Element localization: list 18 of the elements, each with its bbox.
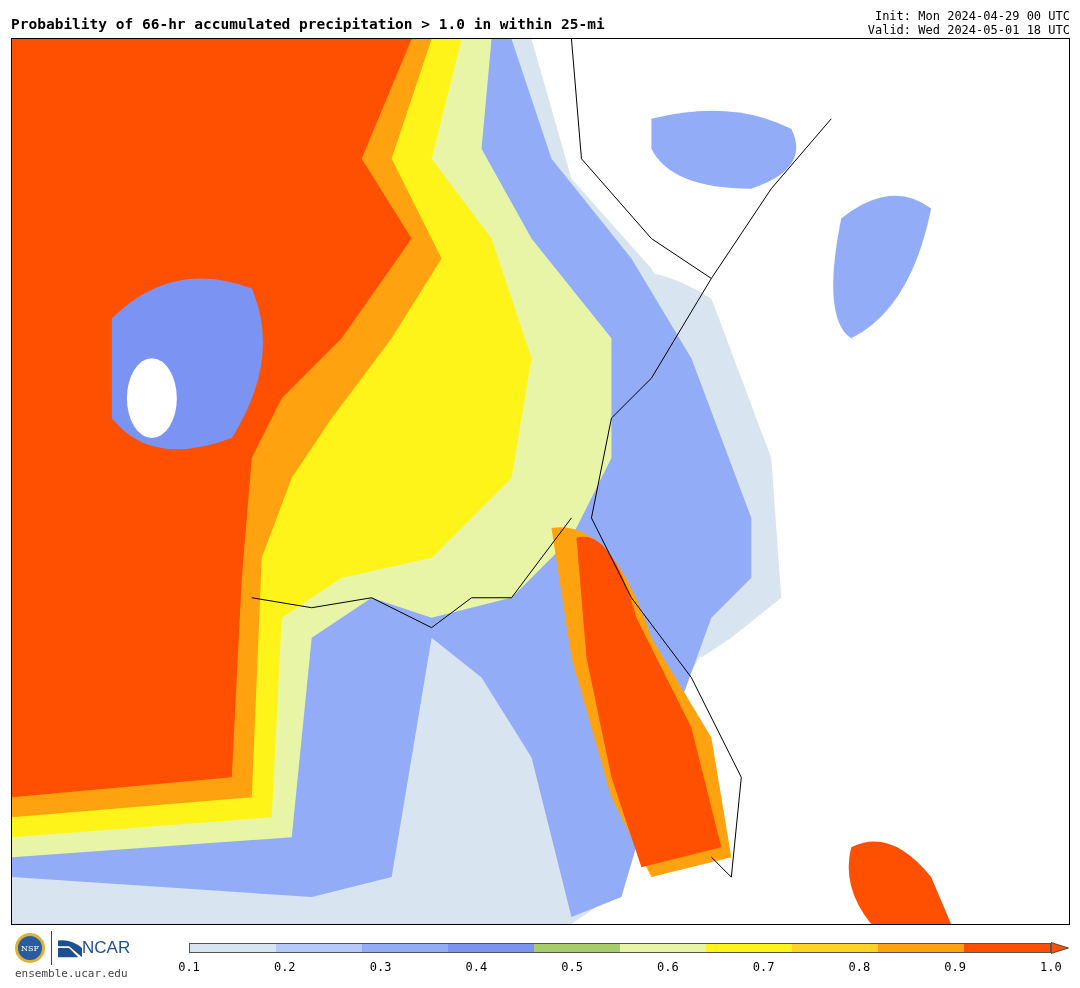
tick-label: 0.9 — [943, 960, 967, 974]
chart-title: Probability of 66-hr accumulated precipitation > 1.0 in within 25-mi — [11, 16, 605, 34]
arrow-icon — [1051, 942, 1069, 954]
nsf-logo: NSF — [15, 933, 45, 963]
ncar-logo: NCAR — [82, 938, 131, 958]
tick-label: 0.4 — [464, 960, 489, 974]
tick-label: 0.3 — [368, 960, 393, 974]
tick-label: 0.7 — [751, 960, 776, 974]
tick-label: 0.2 — [272, 960, 297, 974]
tick-label: 0.8 — [847, 960, 872, 974]
ncar-logo-icon — [58, 938, 82, 958]
tick-label: 0.5 — [560, 960, 584, 974]
site-url: ensemble.ucar.edu — [15, 967, 128, 980]
tick-label: 0.6 — [656, 960, 680, 974]
tick-label: 1.0 — [1039, 960, 1063, 974]
tick-label: 0.1 — [177, 960, 201, 974]
valid-time: Valid: Wed 2024-05-01 18 UTC — [867, 23, 1070, 37]
init-time: Init: Mon 2024-04-29 00 UTC — [873, 9, 1070, 23]
